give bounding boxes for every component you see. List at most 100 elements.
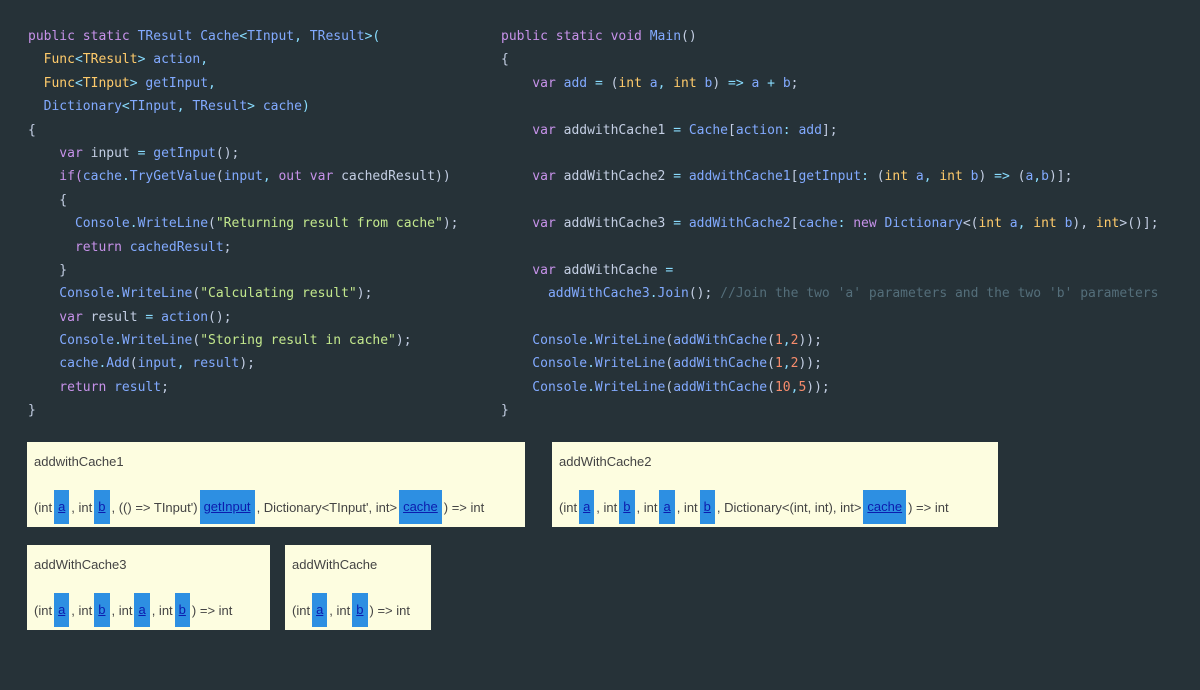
code-token: : [861, 169, 877, 185]
code-token: input [90, 145, 138, 161]
parameter-highlight[interactable]: b [619, 490, 635, 524]
code-token: , [200, 52, 209, 68]
code-token: add [563, 75, 595, 91]
tooltip-title: addwithCache1 [34, 454, 124, 469]
code-token: . [649, 286, 658, 302]
code-token: add [798, 122, 822, 138]
signature-text: ) => int [443, 499, 485, 515]
signature-text: , int [111, 602, 133, 618]
code-token: ]; [821, 122, 838, 138]
code-token: return [28, 379, 115, 395]
code-token: TResult [82, 52, 138, 68]
code-token: out var [278, 169, 342, 185]
tooltip-addwithcache: addWithCache (int a, int b) => int [285, 545, 431, 630]
code-token: = [673, 122, 689, 138]
code-token: . [587, 333, 595, 349]
code-token: )); [798, 356, 822, 372]
parameter-highlight[interactable]: a [579, 490, 595, 524]
signature-text: , int [596, 499, 618, 515]
parameter-highlight[interactable]: cache [399, 490, 442, 524]
code-line: return cachedResult; [28, 236, 459, 259]
parameter-highlight[interactable]: a [659, 490, 675, 524]
signature-text: , (() => TInput') [111, 499, 198, 515]
code-token: 1 [774, 356, 783, 372]
code-token: input [137, 356, 177, 372]
parameter-highlight[interactable]: b [699, 490, 715, 524]
code-token: var [501, 216, 564, 232]
code-token: "Returning result from cache" [215, 216, 443, 232]
code-token: < [239, 29, 248, 44]
parameter-highlight[interactable]: a [54, 490, 70, 524]
parameter-highlight[interactable]: b [352, 593, 368, 627]
code-token: )]; [1048, 169, 1073, 185]
parameter-highlight[interactable]: a [312, 593, 328, 627]
code-token: = [665, 262, 674, 278]
code-token: ( [767, 333, 775, 349]
code-line: Console.WriteLine("Calculating result"); [28, 282, 459, 305]
code-token: WriteLine [121, 333, 193, 349]
code-token: int [673, 75, 705, 91]
code-token: result [192, 356, 240, 372]
tooltip-signature: (int a, int b) => int [292, 593, 410, 627]
tooltip-signature: (int a, int b, int a, int b, Dictionary<… [559, 490, 949, 524]
code-token: , [176, 99, 193, 115]
code-token: TResult [137, 29, 201, 44]
code-token: ); [395, 333, 412, 349]
code-token: WriteLine [137, 216, 209, 232]
code-line: } [28, 399, 459, 422]
parameter-highlight[interactable]: b [94, 490, 110, 524]
code-token: b [782, 75, 791, 91]
code-token: int [1095, 216, 1120, 232]
code-line: var input = getInput(); [28, 142, 459, 165]
code-token: . [129, 216, 138, 232]
code-token: )) [435, 169, 451, 185]
code-token: var [28, 145, 91, 161]
code-token: ; [790, 75, 799, 91]
tooltip-signature: (int a, int b, (() => TInput') getInput, … [34, 490, 484, 524]
code-token: , [294, 29, 310, 44]
code-line: Dictionary<TInput, TResult> cache) [28, 95, 459, 118]
tooltip-addwithcache1: addwithCache1 (int a, int b, (() => TInp… [27, 442, 525, 527]
code-token: <( [962, 216, 979, 232]
code-token: addWithCache [673, 333, 768, 349]
code-line: Console.WriteLine("Storing result in cac… [28, 329, 459, 352]
code-token: if( [28, 169, 83, 185]
parameter-highlight[interactable]: cache [863, 490, 907, 524]
code-token: int [978, 216, 1010, 232]
code-line: Console.WriteLine("Returning result from… [28, 212, 459, 235]
parameter-highlight[interactable]: a [134, 593, 150, 627]
code-token: addWithCache2 [688, 216, 791, 232]
code-line: { [28, 119, 459, 142]
code-token: WriteLine [121, 286, 193, 302]
code-token: ) [301, 99, 310, 115]
code-token: ); [356, 286, 373, 302]
signature-text: , int [329, 602, 351, 618]
code-token: addWithCache3 [501, 286, 650, 302]
code-token: ( [767, 379, 775, 395]
code-token: return [28, 239, 130, 255]
code-token: addWithCache3 [563, 216, 674, 232]
code-token: } [28, 262, 68, 278]
parameter-highlight[interactable]: b [174, 593, 190, 627]
code-token: addwithCache1 [563, 122, 674, 138]
parameter-highlight[interactable]: getInput [199, 490, 255, 524]
code-token: b [1041, 169, 1049, 185]
code-token: = [594, 75, 611, 91]
parameter-highlight[interactable]: a [54, 593, 70, 627]
tooltip-title: addWithCache3 [34, 557, 127, 572]
code-panel-cache-method: public static TResult Cache<TInput, TRes… [28, 25, 459, 423]
code-token: => [994, 169, 1018, 185]
code-token: "Calculating result" [200, 286, 357, 302]
code-token: result [114, 379, 162, 395]
code-token: >()]; [1119, 216, 1159, 232]
code-token: , [1033, 169, 1042, 185]
code-token: action [735, 122, 783, 138]
parameter-highlight[interactable]: b [94, 593, 110, 627]
code-token: Func [28, 52, 75, 68]
code-token: TResult [309, 29, 365, 44]
code-line: var result = action(); [28, 306, 459, 329]
code-line: public static void Main() [501, 25, 1159, 48]
signature-text: , Dictionary<TInput', int> [256, 499, 398, 515]
